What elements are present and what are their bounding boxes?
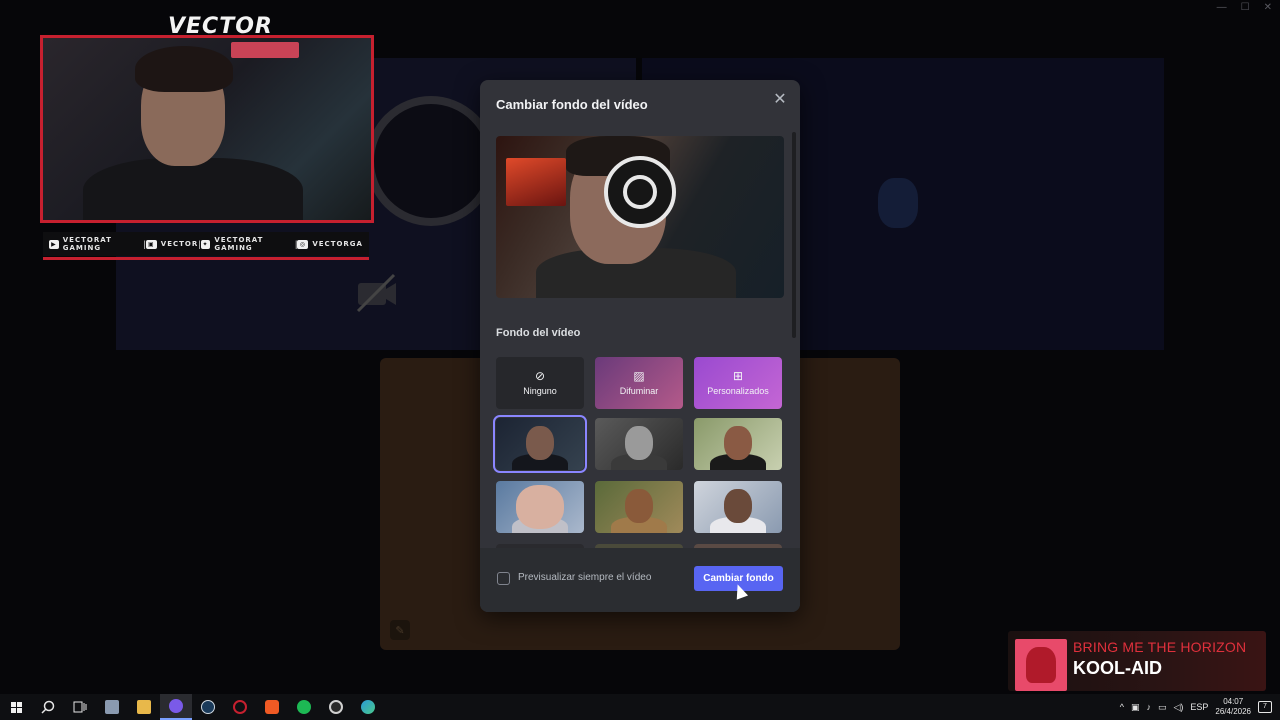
desktop-stage: — ☐ ✕ ✎ VECTOR ▶ VECTORAT GAMING | ▣ VEC…	[0, 0, 1280, 694]
background-section-label: Fondo del vídeo	[496, 327, 581, 339]
none-icon: ⊘	[534, 369, 546, 383]
microphone-icon[interactable]: ♪	[1146, 702, 1151, 712]
dialog-footer: Previsualizar siempre el vídeo Cambiar f…	[480, 548, 800, 612]
neon-sign	[231, 42, 299, 58]
opera-gx-icon[interactable]	[224, 694, 256, 720]
steam-icon[interactable]	[192, 694, 224, 720]
windows-start-icon[interactable]	[0, 694, 32, 720]
app-manager-icon[interactable]	[96, 694, 128, 720]
background-option-custom[interactable]: ⊞ Personalizados	[694, 357, 782, 409]
clock-date: 26/4/2026	[1215, 707, 1251, 716]
close-window-button[interactable]: ✕	[1264, 2, 1272, 13]
background-thumbnail[interactable]	[694, 418, 782, 470]
clock[interactable]: 04:07 26/4/2026	[1215, 697, 1251, 717]
social-twitter: ✦ VECTORAT GAMING	[200, 236, 295, 252]
social-youtube-label: VECTORAT GAMING	[62, 236, 112, 252]
system-tray: ^ ▣ ♪ ▭ ◁) ESP 04:07 26/4/2026 7	[1120, 694, 1280, 720]
background-thumbnail[interactable]	[493, 415, 587, 473]
webcam-feed	[40, 35, 374, 223]
social-instagram: ◎ VECTORGA	[297, 239, 363, 249]
close-icon[interactable]: ✕	[770, 90, 790, 110]
dialog-scrollbar[interactable]	[792, 132, 796, 338]
maximize-button[interactable]: ☐	[1241, 2, 1250, 13]
task-view-icon[interactable]	[64, 694, 96, 720]
window-controls: — ☐ ✕	[1217, 2, 1272, 13]
minimize-button[interactable]: —	[1217, 2, 1227, 13]
background-thumbnail[interactable]	[694, 481, 782, 533]
album-cover	[1015, 639, 1067, 691]
taskbar: ^ ▣ ♪ ▭ ◁) ESP 04:07 26/4/2026 7	[0, 694, 1280, 720]
notifications-icon[interactable]: 7	[1258, 701, 1272, 713]
arcade-machine	[506, 158, 566, 206]
option-blur-label: Difuminar	[619, 386, 659, 396]
always-preview-label: Previsualizar siempre el vídeo	[518, 572, 652, 583]
language-indicator[interactable]: ESP	[1190, 702, 1208, 712]
obs-logo-icon	[366, 96, 496, 226]
twitter-icon: ✦	[200, 239, 211, 249]
tray-overflow-icon[interactable]: ^	[1120, 702, 1124, 712]
social-twitter-label: VECTORAT GAMING	[214, 236, 264, 252]
background-thumbnail[interactable]	[595, 418, 683, 470]
edge-icon[interactable]	[352, 694, 384, 720]
background-thumbnail[interactable]	[496, 481, 584, 533]
streamer-body	[83, 158, 303, 220]
social-twitch: ▣ VECTOR	[145, 239, 199, 249]
network-icon[interactable]: ▭	[1158, 702, 1167, 713]
now-playing-song: KOOL-AID	[1073, 658, 1162, 678]
search-icon[interactable]	[32, 694, 64, 720]
streamer-hair	[135, 46, 233, 92]
volume-icon[interactable]: ◁)	[1173, 702, 1183, 713]
dialog-title: Cambiar fondo del vídeo	[496, 97, 648, 112]
obs-icon[interactable]	[320, 694, 352, 720]
discord-icon[interactable]	[160, 694, 192, 720]
video-preview	[496, 136, 784, 298]
option-custom-label: Personalizados	[707, 386, 769, 396]
social-youtube: ▶ VECTORAT GAMING	[49, 236, 143, 252]
clock-time: 04:07	[1223, 697, 1244, 706]
hardware-icon[interactable]: ▣	[1131, 702, 1140, 713]
social-twitch-label: VECTOR	[160, 240, 199, 248]
now-playing-widget: BRING ME THE HORIZON KOOL-AID	[1008, 631, 1266, 691]
file-explorer-icon[interactable]	[128, 694, 160, 720]
spotify-icon[interactable]	[288, 694, 320, 720]
social-instagram-label: VECTORGA	[312, 240, 363, 248]
always-preview-checkbox[interactable]	[497, 572, 510, 585]
social-underline	[43, 257, 369, 260]
participant-avatar	[878, 178, 918, 228]
youtube-icon: ▶	[49, 239, 59, 249]
camera-off-icon	[354, 273, 400, 323]
background-option-blur[interactable]: ▨ Difuminar	[595, 357, 683, 409]
blur-icon: ▨	[633, 369, 645, 383]
brave-icon[interactable]	[256, 694, 288, 720]
twitch-icon: ▣	[145, 239, 157, 249]
instagram-icon: ◎	[297, 239, 309, 249]
option-none-label: Ninguno	[523, 386, 557, 396]
edit-icon[interactable]: ✎	[390, 620, 410, 640]
now-playing-artist: BRING ME THE HORIZON	[1073, 639, 1247, 655]
background-thumbnail[interactable]	[595, 481, 683, 533]
background-option-none[interactable]: ⊘ Ninguno	[496, 357, 584, 409]
add-image-icon: ⊞	[732, 369, 744, 383]
social-links-bar: ▶ VECTORAT GAMING | ▣ VECTOR | ✦ VECTORA…	[43, 232, 369, 256]
change-background-dialog: Cambiar fondo del vídeo ✕ Fondo del víde…	[480, 80, 800, 612]
obs-logo-icon	[604, 156, 676, 228]
